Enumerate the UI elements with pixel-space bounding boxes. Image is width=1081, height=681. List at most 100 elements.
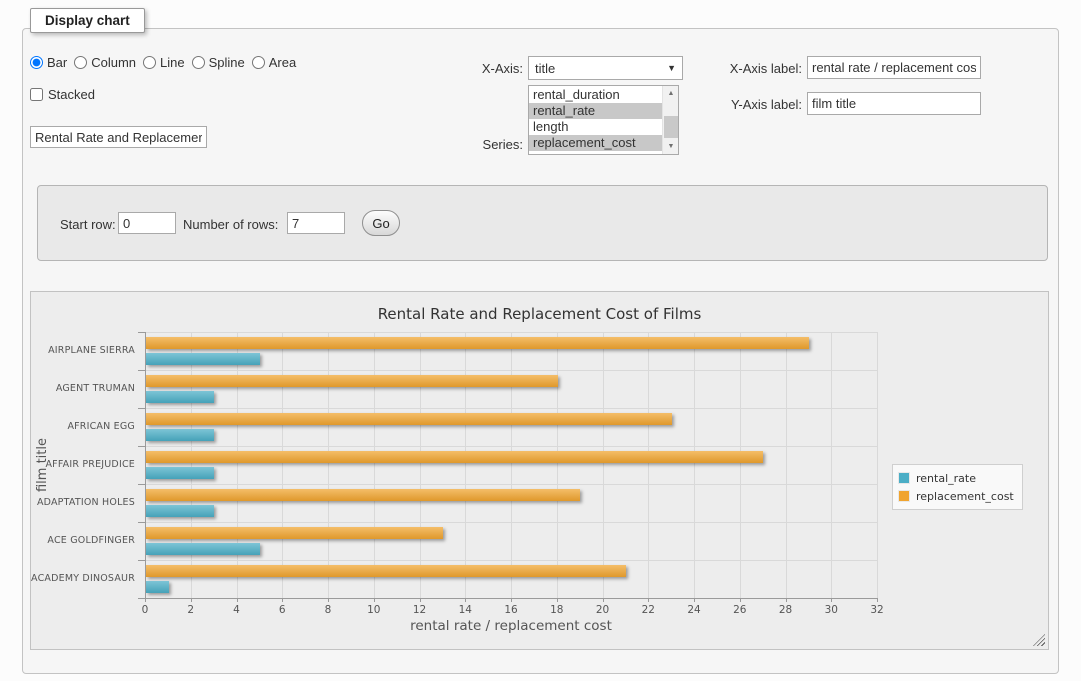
x-tick-label: 8 [318, 604, 338, 616]
category-label: AGENT TRUMAN [31, 383, 135, 394]
series-listbox-label: Series: [455, 137, 523, 152]
spline-radio-label: Spline [209, 55, 245, 70]
line-radio-label: Line [160, 55, 185, 70]
x-axis-line [145, 598, 878, 599]
gridline [282, 332, 283, 598]
gridline [557, 332, 558, 598]
series-option-rental-duration[interactable]: rental_duration [529, 87, 662, 103]
gridline [145, 560, 877, 561]
x-tick-label: 0 [135, 604, 155, 616]
gridline [145, 522, 877, 523]
replacement-cost-swatch [898, 490, 910, 502]
gridline [831, 332, 832, 598]
category-label: AIRPLANE SIERRA [31, 345, 135, 356]
chart-container: Rental Rate and Replacement Cost of Film… [30, 291, 1049, 650]
series-listbox[interactable]: rental_duration rental_rate length repla… [528, 85, 679, 155]
chevron-down-icon: ▼ [667, 63, 676, 73]
gridline [145, 446, 877, 447]
y-axis-label-caption: Y-Axis label: [712, 97, 802, 112]
y-axis-tick [138, 332, 145, 333]
gridline [465, 332, 466, 598]
scrollbar-thumb[interactable] [664, 116, 678, 138]
scroll-up-icon[interactable]: ▲ [663, 86, 679, 101]
y-axis-tick [138, 446, 145, 447]
bar-rental_rate [146, 581, 169, 593]
series-option-rental-rate[interactable]: rental_rate [529, 103, 662, 119]
x-axis-select[interactable]: title ▼ [528, 56, 683, 80]
x-tick-label: 28 [776, 604, 796, 616]
legend-label: replacement_cost [916, 490, 1014, 503]
area-radio[interactable] [252, 56, 265, 69]
series-option-replacement-cost[interactable]: replacement_cost [529, 135, 662, 151]
panel-title: Display chart [30, 8, 145, 33]
chart-type-option-bar[interactable]: Bar [30, 55, 67, 70]
gridline [786, 332, 787, 598]
bar-replacement_cost [146, 413, 672, 425]
x-axis-selected-value: title [535, 61, 667, 76]
bar-rental_rate [146, 429, 214, 441]
rental-rate-swatch [898, 472, 910, 484]
bar-rental_rate [146, 543, 260, 555]
x-axis-label-caption: X-Axis label: [712, 61, 802, 76]
bar-radio[interactable] [30, 56, 43, 69]
gridline [145, 370, 877, 371]
gridline [145, 484, 877, 485]
area-radio-label: Area [269, 55, 296, 70]
go-button[interactable]: Go [362, 210, 400, 236]
bar-radio-label: Bar [47, 55, 67, 70]
spline-radio[interactable] [192, 56, 205, 69]
chart-type-option-line[interactable]: Line [143, 55, 185, 70]
chart-title-input[interactable] [30, 126, 207, 148]
gridline [648, 332, 649, 598]
legend-item-rental-rate: rental_rate [898, 469, 1014, 487]
stacked-row: Stacked [30, 87, 95, 102]
x-axis-label-input[interactable] [807, 56, 981, 79]
column-radio[interactable] [74, 56, 87, 69]
gridline [237, 332, 238, 598]
y-axis-tick [138, 408, 145, 409]
gridline [740, 332, 741, 598]
bar-replacement_cost [146, 527, 443, 539]
x-tick-label: 12 [410, 604, 430, 616]
bar-replacement_cost [146, 451, 763, 463]
chart-type-option-column[interactable]: Column [74, 55, 136, 70]
x-tick-label: 6 [272, 604, 292, 616]
chart-type-option-spline[interactable]: Spline [192, 55, 245, 70]
x-tick-label: 26 [730, 604, 750, 616]
chart-legend: rental_rate replacement_cost [892, 464, 1023, 510]
bar-replacement_cost [146, 489, 580, 501]
chart-type-option-area[interactable]: Area [252, 55, 296, 70]
x-axis-title: rental rate / replacement cost [145, 618, 877, 634]
gridline [328, 332, 329, 598]
bar-replacement_cost [146, 565, 626, 577]
gridline [877, 332, 878, 598]
gridline [374, 332, 375, 598]
bar-rental_rate [146, 467, 214, 479]
number-of-rows-input[interactable] [287, 212, 345, 234]
y-axis-tick [138, 522, 145, 523]
y-axis-tick [138, 560, 145, 561]
x-tick-label: 32 [867, 604, 887, 616]
series-options: rental_duration rental_rate length repla… [529, 87, 662, 151]
x-tick-label: 2 [181, 604, 201, 616]
line-radio[interactable] [143, 56, 156, 69]
start-row-input[interactable] [118, 212, 176, 234]
gridline [145, 332, 877, 333]
listbox-scrollbar[interactable]: ▲ ▼ [662, 86, 678, 154]
x-tick-label: 30 [821, 604, 841, 616]
category-label: ACADEMY DINOSAUR [31, 573, 135, 584]
gridline [191, 332, 192, 598]
bar-replacement_cost [146, 375, 558, 387]
y-axis-tick [138, 370, 145, 371]
gridline [694, 332, 695, 598]
y-axis-label-input[interactable] [807, 92, 981, 115]
stacked-checkbox[interactable] [30, 88, 43, 101]
gridline [145, 408, 877, 409]
y-axis-line [145, 332, 146, 599]
scroll-down-icon[interactable]: ▼ [663, 139, 679, 154]
y-axis-tick [138, 484, 145, 485]
chart-type-group: Bar Column Line Spline Area [30, 55, 296, 70]
x-tick-label: 24 [684, 604, 704, 616]
series-option-length[interactable]: length [529, 119, 662, 135]
legend-label: rental_rate [916, 472, 976, 485]
